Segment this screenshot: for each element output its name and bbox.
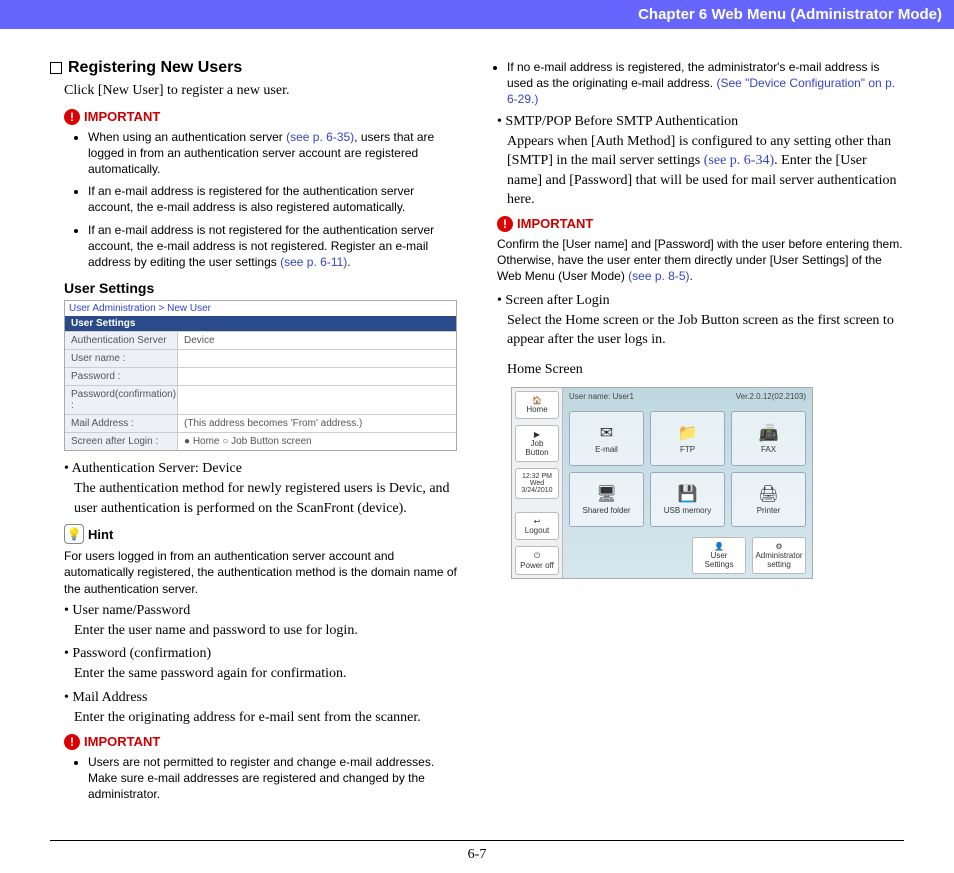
bullet-desc: The authentication method for newly regi… bbox=[74, 479, 457, 518]
hs-bottom: 👤User Settings ⚙Administrator setting bbox=[563, 533, 812, 578]
smtp-heading: • SMTP/POP Before SMTP Authentication bbox=[497, 114, 904, 130]
bullet-desc: Enter the originating address for e-mail… bbox=[74, 708, 457, 728]
important-block-2: ! IMPORTANT Users are not permitted to r… bbox=[64, 734, 457, 803]
hs-tile-ftp[interactable]: 📁FTP bbox=[650, 411, 725, 466]
hs-sidebar: 🏠Home ▶Job Button 12:32 PM Wed 3/24/2010… bbox=[512, 388, 563, 578]
us-row: Mail Address :(This address becomes 'Fro… bbox=[65, 414, 456, 432]
right-top-bullet: If no e-mail address is registered, the … bbox=[497, 59, 904, 108]
important-icon: ! bbox=[64, 109, 80, 125]
page-body: Registering New Users Click [New User] t… bbox=[0, 29, 954, 820]
hs-poweroff-button[interactable]: ⏻Power off bbox=[515, 546, 559, 575]
important-label: ! IMPORTANT bbox=[64, 734, 457, 750]
hs-tile-e-mail[interactable]: ✉E-mail bbox=[569, 411, 644, 466]
home-screen-label: Home Screen bbox=[507, 360, 904, 380]
smtp-desc: Appears when [Auth Method] is configured… bbox=[507, 132, 904, 210]
hs-tile-usb-memory[interactable]: 💾USB memory bbox=[650, 472, 725, 527]
inline-link[interactable]: (see p. 6-35) bbox=[286, 130, 354, 144]
important-icon: ! bbox=[64, 734, 80, 750]
us-row: User name : bbox=[65, 349, 456, 367]
hint-icon: 💡 bbox=[64, 524, 84, 544]
important-item: If an e-mail address is registered for t… bbox=[88, 183, 457, 215]
us-breadcrumb: User Administration > New User bbox=[65, 301, 456, 316]
hs-logout-button[interactable]: ↩Logout bbox=[515, 512, 559, 540]
hs-home-button[interactable]: 🏠Home bbox=[515, 391, 559, 419]
user-settings-heading: User Settings bbox=[64, 280, 457, 296]
important-item: If an e-mail address is not registered f… bbox=[88, 222, 457, 271]
us-row: Screen after Login :● Home ○ Job Button … bbox=[65, 432, 456, 450]
section-title: Registering New Users bbox=[50, 59, 457, 77]
right-column: If no e-mail address is registered, the … bbox=[497, 59, 904, 810]
link-p85[interactable]: (see p. 8-5) bbox=[628, 269, 689, 283]
important-block-right: ! IMPORTANT Confirm the [User name] and … bbox=[497, 216, 904, 285]
us-header: User Settings bbox=[65, 316, 456, 331]
hs-tile-printer[interactable]: 🖨Printer bbox=[731, 472, 806, 527]
user-settings-table: User Administration > New User User Sett… bbox=[64, 300, 457, 451]
us-row: Authentication ServerDevice bbox=[65, 331, 456, 349]
important-label: ! IMPORTANT bbox=[497, 216, 904, 232]
hs-user-settings-button[interactable]: 👤User Settings bbox=[692, 537, 746, 574]
important-icon: ! bbox=[497, 216, 513, 232]
hs-tile-shared-folder[interactable]: 🖥Shared folder bbox=[569, 472, 644, 527]
chapter-header: Chapter 6 Web Menu (Administrator Mode) bbox=[0, 0, 954, 29]
important-label: ! IMPORTANT bbox=[64, 109, 457, 125]
hint-label: 💡 Hint bbox=[64, 524, 457, 544]
link-p634[interactable]: (see p. 6-34) bbox=[704, 153, 774, 168]
bullet-desc: Enter the user name and password to use … bbox=[74, 621, 457, 641]
bullet-item: • Password (confirmation) bbox=[64, 646, 457, 662]
bullet-item: • User name/Password bbox=[64, 603, 457, 619]
box-marker-icon bbox=[50, 62, 62, 74]
hs-main: User name: User1Ver.2.0.12(02.2103) ✉E-m… bbox=[563, 388, 812, 578]
bullet-item: • Authentication Server: Device bbox=[64, 461, 457, 477]
important-text-right: Confirm the [User name] and [Password] w… bbox=[497, 236, 904, 285]
hs-datetime: 12:32 PM Wed 3/24/2010 bbox=[515, 468, 559, 499]
important-block-1: ! IMPORTANT When using an authentication… bbox=[64, 109, 457, 271]
intro-text: Click [New User] to register a new user. bbox=[64, 81, 457, 101]
page-number: 6-7 bbox=[50, 840, 904, 863]
screen-after-login-desc: Select the Home screen or the Job Button… bbox=[507, 311, 904, 350]
bullet-desc: Enter the same password again for confir… bbox=[74, 664, 457, 684]
inline-link[interactable]: (see p. 6-11) bbox=[280, 255, 347, 269]
hint-text: For users logged in from an authenticati… bbox=[64, 548, 457, 597]
left-column: Registering New Users Click [New User] t… bbox=[50, 59, 457, 810]
hs-jobbutton-button[interactable]: ▶Job Button bbox=[515, 425, 559, 462]
bullet-item: • Mail Address bbox=[64, 690, 457, 706]
home-screen-mock: 🏠Home ▶Job Button 12:32 PM Wed 3/24/2010… bbox=[511, 387, 813, 579]
us-row: Password(confirmation) : bbox=[65, 385, 456, 414]
hs-tile-fax[interactable]: 📠FAX bbox=[731, 411, 806, 466]
hs-admin-setting-button[interactable]: ⚙Administrator setting bbox=[752, 537, 806, 574]
important-item: When using an authentication server (see… bbox=[88, 129, 457, 178]
screen-after-login-heading: • Screen after Login bbox=[497, 293, 904, 309]
important-item: Users are not permitted to register and … bbox=[88, 754, 457, 803]
us-row: Password : bbox=[65, 367, 456, 385]
hs-topbar: User name: User1Ver.2.0.12(02.2103) bbox=[563, 388, 812, 405]
